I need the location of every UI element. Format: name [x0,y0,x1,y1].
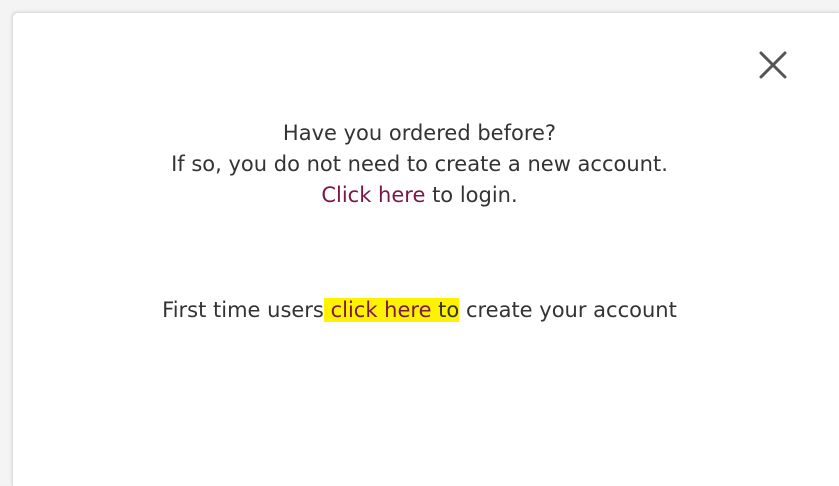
create-account-link[interactable]: click here [331,298,432,322]
first-time-prefix: First time users [162,298,324,322]
login-suffix: to login. [425,183,518,207]
ordered-before-question: Have you ordered before? [282,121,557,145]
no-new-account-text: If so, you do not need to create a new a… [171,152,668,176]
close-button[interactable] [758,50,788,80]
login-link[interactable]: Click here [321,183,425,207]
login-line: Click here to login. [0,180,839,211]
close-icon [759,51,787,79]
existing-customer-message: Have you ordered before? If so, you do n… [0,118,839,211]
create-link-to: to [431,298,460,322]
highlight-space [324,298,331,322]
highlighted-create-link: click here to [323,298,460,322]
first-time-suffix: create your account [459,298,677,322]
account-modal [12,12,839,486]
first-time-users-line: First time users click here to create yo… [0,295,839,326]
